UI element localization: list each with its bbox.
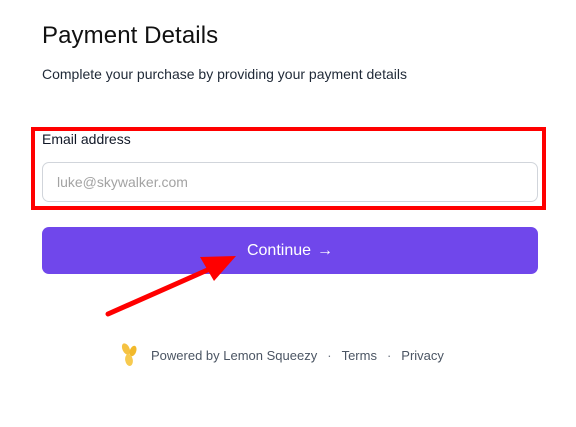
powered-by-text: Powered by Lemon Squeezy — [151, 347, 318, 363]
footer-separator: · — [327, 347, 332, 363]
arrow-right-icon: → — [317, 241, 334, 259]
email-label: Email address — [42, 131, 131, 147]
continue-label: Continue — [246, 241, 312, 259]
page-subtitle: Complete your purchase by providing your… — [42, 66, 407, 82]
continue-button[interactable]: Continue → — [42, 227, 538, 274]
checkout-page: Payment Details Complete your purchase b… — [0, 0, 576, 427]
footer-separator: · — [386, 347, 392, 363]
footer: Powered by Lemon Squeezy · Terms · Priva… — [120, 342, 444, 368]
email-field[interactable] — [42, 162, 538, 202]
terms-link[interactable]: Terms — [342, 348, 377, 363]
page-title: Payment Details — [42, 22, 219, 49]
lemon-squeezy-logo-icon — [121, 343, 137, 366]
privacy-link[interactable]: Privacy — [401, 348, 444, 363]
